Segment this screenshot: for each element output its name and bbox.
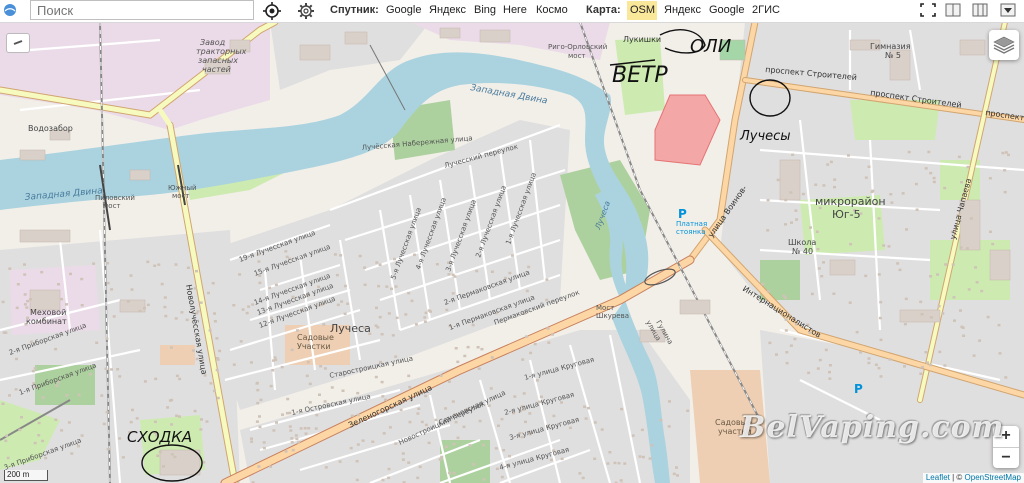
label-most-shkureva: Мост (596, 304, 614, 312)
label-zavod3: запасных (198, 56, 238, 65)
attribution: Leaflet | © OpenStreetMap (922, 473, 1024, 483)
label-mekhovoy: Меховой (30, 308, 66, 317)
label-mikrorayon: микрорайон (815, 195, 886, 208)
map-google[interactable]: Google (709, 4, 744, 16)
geolocation-icon[interactable] (263, 2, 281, 20)
dropdown-menu-icon[interactable] (1000, 3, 1016, 17)
label-zavod2: тракторных (196, 47, 247, 56)
satellite-google[interactable]: Google (386, 4, 421, 16)
label-rigo-bridge: Риго-Орловский (548, 43, 607, 51)
compare-view-icon[interactable] (972, 3, 988, 17)
label-pilovsky2: мост (103, 202, 121, 210)
satellite-yandex[interactable]: Яндекс (429, 4, 466, 16)
label-rigo-bridge2: мост (568, 52, 586, 60)
satellite-kosmo[interactable]: Космо (536, 4, 568, 16)
label-platnaya: Платная (676, 220, 707, 228)
label-platnaya2: стоянка (676, 228, 706, 236)
search-input[interactable] (30, 0, 254, 20)
split-view-icon[interactable] (945, 3, 961, 17)
zoom-out-button[interactable]: − (993, 448, 1019, 469)
garden-plots-left (160, 345, 195, 365)
label-lukishki: Лукишки (623, 35, 661, 44)
fullscreen-icon[interactable] (920, 3, 936, 17)
label-sadovye2: Участки (297, 342, 331, 351)
layers-icon (993, 36, 1015, 54)
scale-bar: 200 m (4, 470, 48, 481)
label-zavod4: частей (202, 65, 231, 74)
handwriting-vetr: ВЕТР (612, 63, 668, 88)
label-most-shkureva2: Шкурева (596, 312, 629, 320)
sidebar-toggle-icon (13, 40, 23, 45)
attribution-osm-link[interactable]: OpenStreetMap (965, 473, 1021, 482)
gear-icon[interactable] (297, 2, 315, 20)
map-label: Карта: (586, 4, 621, 16)
handwriting-skhodka: СХОДКА (127, 428, 192, 446)
top-toolbar: Спутник: Google Яндекс Bing Here Космо К… (0, 0, 1024, 23)
label-gimnaziya: Гимназия (870, 42, 911, 51)
svg-text:P: P (854, 382, 863, 396)
label-zavod: Завод (200, 38, 226, 47)
attribution-leaflet-link[interactable]: Leaflet (926, 473, 950, 482)
svg-text:P: P (678, 207, 687, 221)
handwriting-luchesy: Лучесы (739, 129, 791, 144)
label-gimnaziya2: № 5 (885, 51, 901, 60)
satellite-here[interactable]: Here (503, 4, 527, 16)
watermark-text: BelVaping.com (740, 410, 1005, 445)
label-luchesa: Лучеса (330, 322, 371, 335)
label-pilovsky: Пиловский (95, 194, 135, 202)
satellite-bing[interactable]: Bing (474, 4, 496, 16)
label-shkola: Школа (788, 238, 816, 247)
layers-button[interactable] (989, 30, 1019, 60)
label-mikrorayon2: Юг-5 (832, 208, 861, 221)
handwriting-oli: ОЛИ (690, 36, 731, 57)
globe-logo-icon[interactable] (2, 2, 18, 18)
map-osm[interactable]: OSM (630, 4, 655, 16)
satellite-label: Спутник: (330, 4, 379, 16)
label-yuzhny-most2: мост (172, 192, 190, 200)
label-yuzhny-most: Южный (168, 184, 197, 192)
sidebar-toggle-button[interactable] (6, 33, 30, 53)
map-2gis[interactable]: 2ГИС (752, 4, 780, 16)
label-mekhovoy2: комбинат (26, 317, 67, 326)
label-shkola2: № 40 (792, 247, 813, 256)
map-yandex[interactable]: Яндекс (664, 4, 701, 16)
label-sadovye: Садовые (297, 333, 334, 342)
attribution-separator: | © (949, 473, 965, 482)
label-vodozabor: Водозабор (28, 124, 73, 133)
